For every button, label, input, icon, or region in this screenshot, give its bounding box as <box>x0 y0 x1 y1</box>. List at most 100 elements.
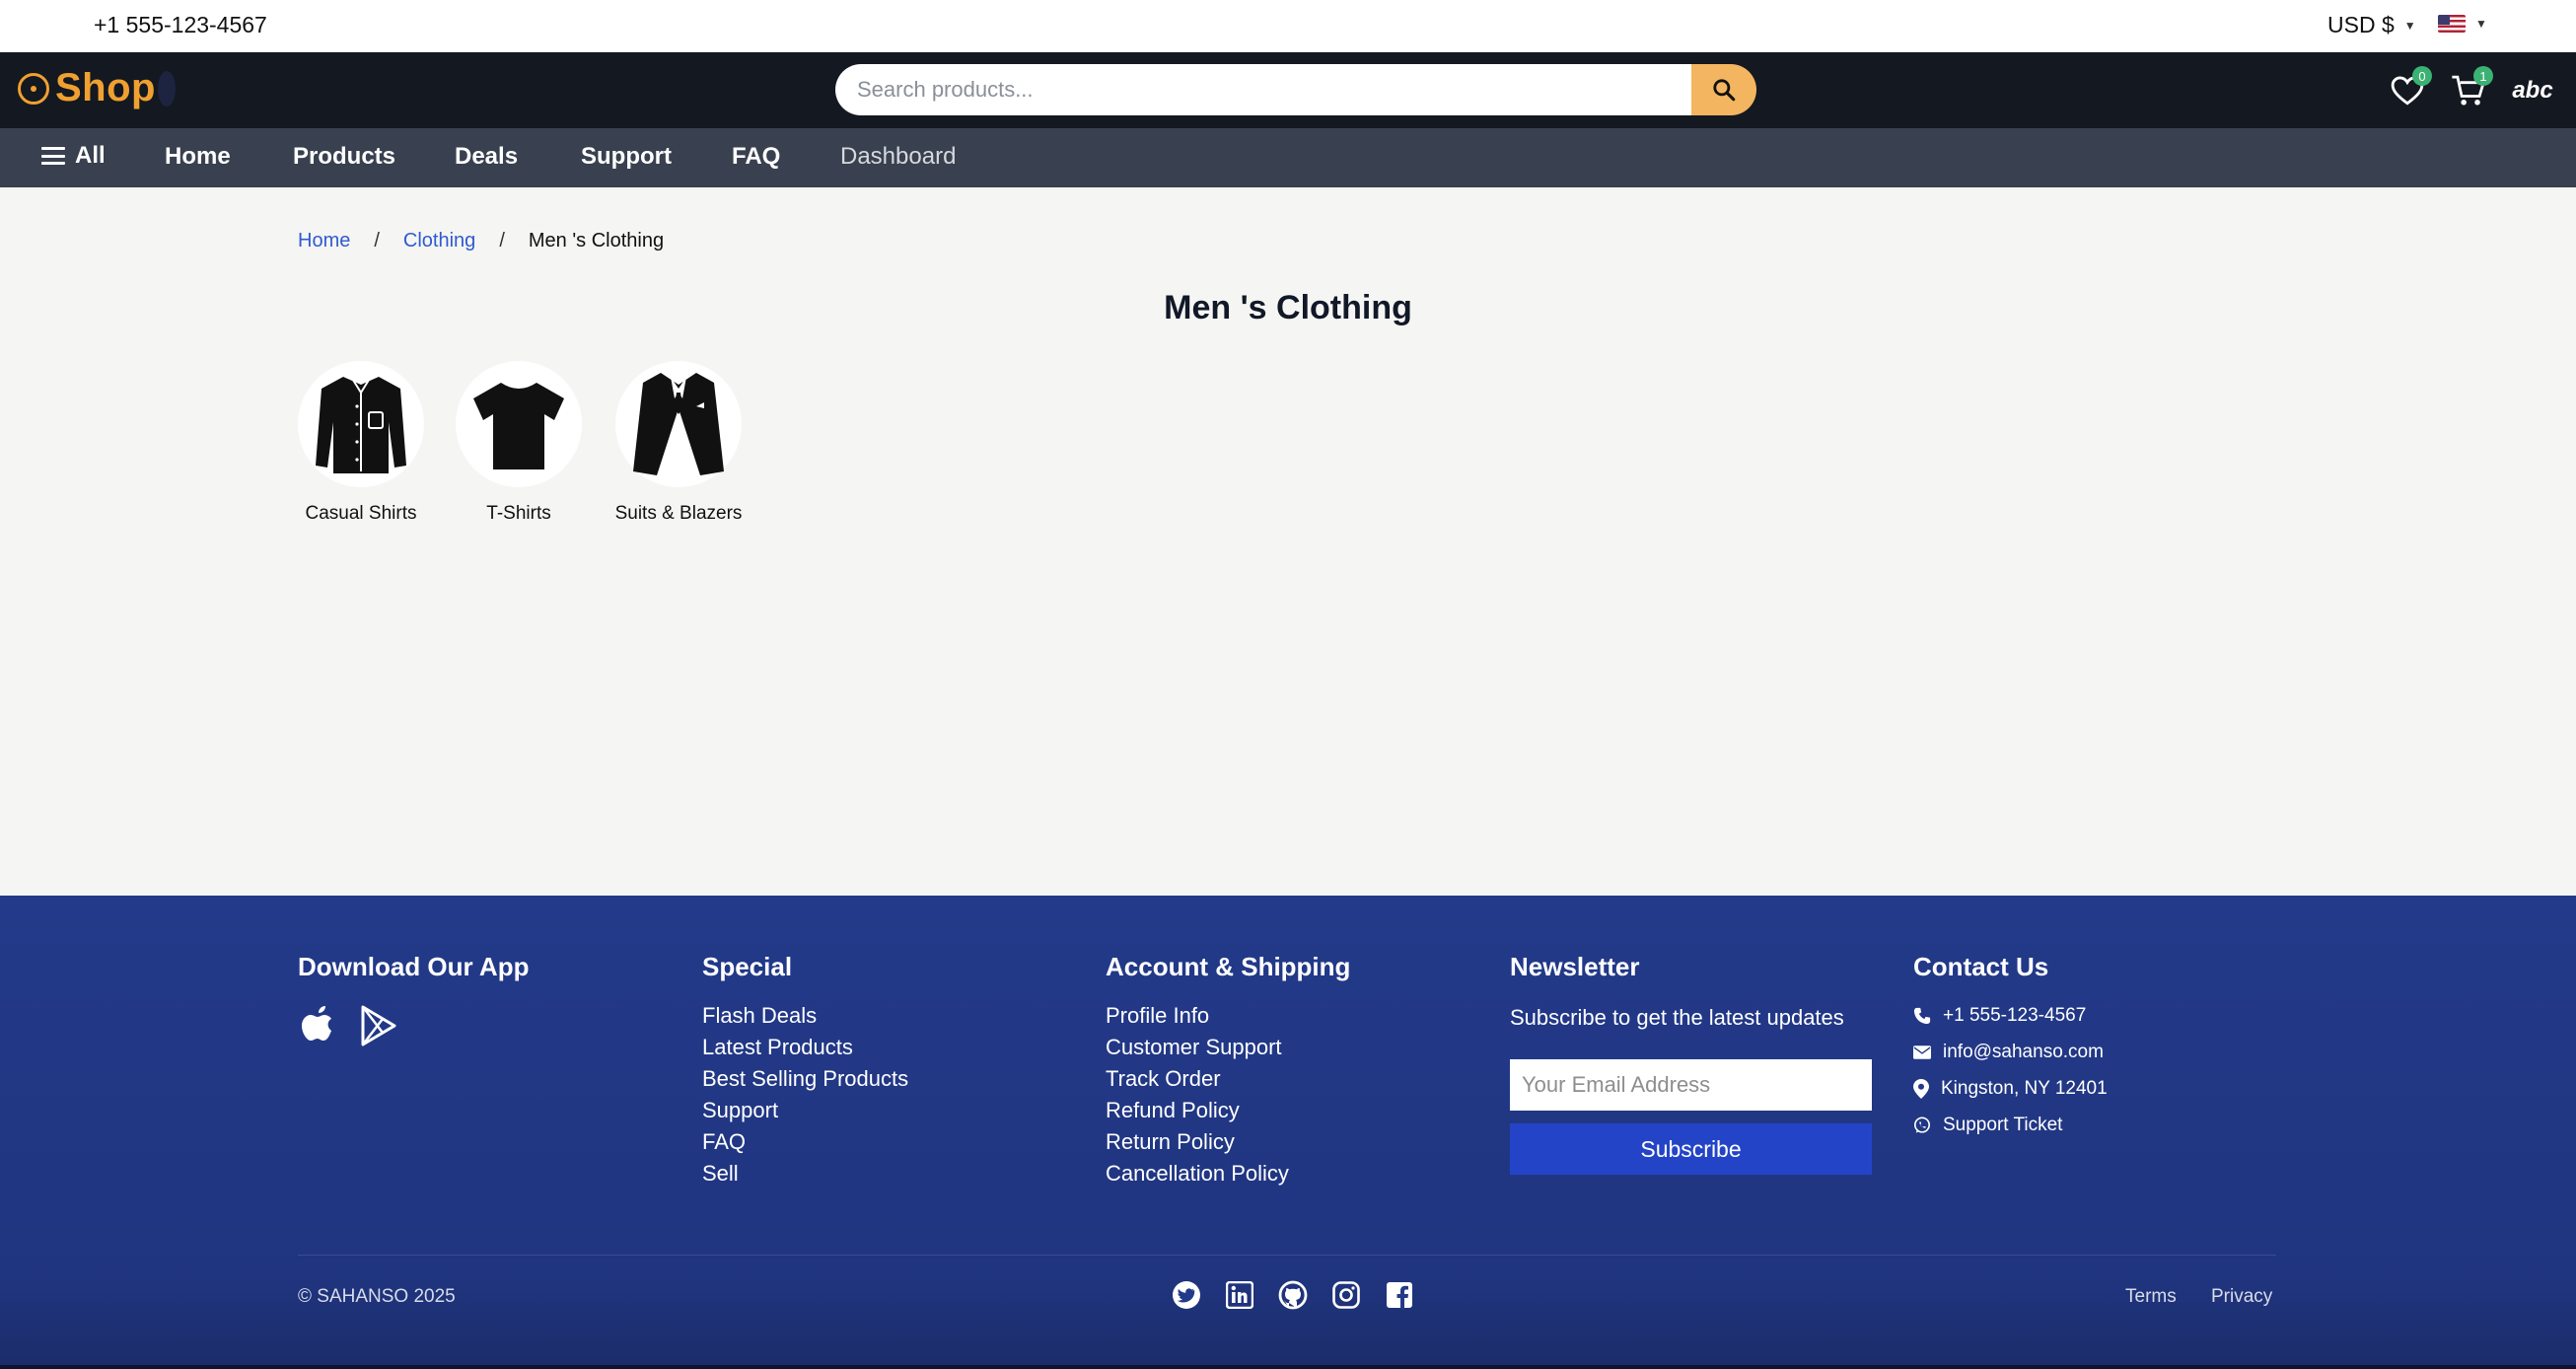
category-label: Suits & Blazers <box>614 503 743 524</box>
apple-store-link[interactable] <box>298 1004 337 1052</box>
breadcrumb-current: Men 's Clothing <box>528 230 665 252</box>
phone-icon <box>1913 1007 1931 1024</box>
footer-link[interactable]: Support <box>702 1099 908 1121</box>
search-button[interactable] <box>1691 64 1756 115</box>
instagram-icon <box>1332 1281 1360 1309</box>
all-label: All <box>75 142 106 169</box>
twitter-link[interactable] <box>1172 1280 1201 1310</box>
category-label: T-Shirts <box>486 503 551 524</box>
category-label: Casual Shirts <box>305 503 417 524</box>
hamburger-menu-icon <box>41 147 65 165</box>
search-icon <box>1713 79 1736 102</box>
privacy-link[interactable]: Privacy <box>2211 1286 2272 1308</box>
nav-item-home[interactable]: Home <box>165 143 231 171</box>
nav-item-deals[interactable]: Deals <box>455 143 518 171</box>
footer-special-title: Special <box>702 952 793 981</box>
newsletter-email-input[interactable] <box>1510 1059 1872 1111</box>
footer-special-links: Flash Deals Latest Products Best Selling… <box>702 1004 908 1185</box>
nav-item-products[interactable]: Products <box>293 143 395 171</box>
category-tshirts[interactable]: T-Shirts <box>445 361 593 525</box>
breadcrumb-clothing-link[interactable]: Clothing <box>403 230 475 252</box>
page-title: Men 's Clothing <box>1164 289 1412 326</box>
facebook-icon <box>1387 1282 1412 1309</box>
nav-item-dashboard[interactable]: Dashboard <box>840 143 956 171</box>
category-casual-shirts[interactable]: Casual Shirts <box>287 361 435 525</box>
chevron-down-icon: ▼ <box>2475 17 2487 31</box>
wishlist-button[interactable]: 0 <box>2387 66 2432 111</box>
suit-blazer-icon <box>633 373 724 475</box>
linkedin-link[interactable] <box>1225 1280 1254 1310</box>
top-utility-bar: +1 555-123-4567 USD $ ▼ ▼ <box>0 0 2576 52</box>
logo[interactable]: Shop <box>18 66 176 110</box>
facebook-link[interactable] <box>1385 1280 1414 1310</box>
footer-account-title: Account & Shipping <box>1106 952 1351 981</box>
main-header: Shop 0 1 abc <box>0 52 2576 128</box>
linkedin-icon <box>1226 1281 1253 1309</box>
location-pin-icon <box>1913 1078 1929 1099</box>
footer-link[interactable]: Best Selling Products <box>702 1067 908 1090</box>
footer-link[interactable]: Refund Policy <box>1106 1099 1289 1121</box>
topbar-phone: +1 555-123-4567 <box>94 12 267 37</box>
all-categories-button[interactable]: All <box>41 142 106 170</box>
footer-link[interactable]: Return Policy <box>1106 1130 1289 1153</box>
account-label: abc <box>2512 77 2553 104</box>
category-image <box>615 361 742 487</box>
casual-shirt-icon <box>316 376 406 473</box>
nav-item-support[interactable]: Support <box>581 143 672 171</box>
contact-list: +1 555-123-4567 info@sahanso.com Kingsto… <box>1913 1004 2108 1136</box>
google-play-link[interactable] <box>359 1004 398 1052</box>
footer-link[interactable]: FAQ <box>702 1130 908 1153</box>
cart-count-badge: 1 <box>2473 66 2493 86</box>
footer-app-title: Download Our App <box>298 952 530 981</box>
wishlist-count-badge: 0 <box>2412 66 2432 86</box>
contact-email-text: info@sahanso.com <box>1943 1041 2104 1062</box>
category-suits-blazers[interactable]: Suits & Blazers <box>605 361 752 525</box>
terms-link[interactable]: Terms <box>2125 1286 2177 1308</box>
category-nav: All Home Products Deals Support FAQ Dash… <box>0 128 2576 187</box>
currency-selector[interactable]: USD $ ▼ <box>2327 12 2416 38</box>
tshirt-icon <box>473 383 564 469</box>
category-image <box>298 361 424 487</box>
google-play-icon <box>361 1005 396 1046</box>
contact-address-text: Kingston, NY 12401 <box>1941 1077 2108 1099</box>
app-store-links <box>298 1004 398 1052</box>
contact-email[interactable]: info@sahanso.com <box>1913 1041 2108 1063</box>
whatsapp-icon <box>1913 1117 1931 1133</box>
github-icon <box>1278 1280 1308 1310</box>
contact-support-ticket[interactable]: Support Ticket <box>1913 1114 2108 1136</box>
footer-link[interactable]: Profile Info <box>1106 1004 1289 1027</box>
footer-contact-title: Contact Us <box>1913 952 2049 981</box>
footer-link[interactable]: Cancellation Policy <box>1106 1162 1289 1185</box>
logo-ring-icon <box>18 72 49 105</box>
breadcrumb-separator: / <box>499 230 505 252</box>
breadcrumb: Home / Clothing / Men 's Clothing <box>298 230 664 252</box>
footer-link[interactable]: Customer Support <box>1106 1036 1289 1058</box>
mail-icon <box>1913 1045 1931 1059</box>
contact-address: Kingston, NY 12401 <box>1913 1077 2108 1100</box>
breadcrumb-separator: / <box>374 230 380 252</box>
search-bar <box>835 64 1756 115</box>
language-selector[interactable]: ▼ <box>2438 15 2487 33</box>
footer-account-links: Profile Info Customer Support Track Orde… <box>1106 1004 1289 1185</box>
cart-button[interactable]: 1 <box>2448 66 2493 111</box>
logo-text: Shop <box>55 66 156 109</box>
search-input[interactable] <box>835 64 1696 115</box>
footer-link[interactable]: Track Order <box>1106 1067 1289 1090</box>
subscribe-button[interactable]: Subscribe <box>1510 1123 1872 1175</box>
breadcrumb-home-link[interactable]: Home <box>298 230 350 252</box>
social-links <box>1172 1280 1414 1310</box>
nav-item-faq[interactable]: FAQ <box>732 143 780 171</box>
us-flag-icon <box>2438 15 2466 33</box>
contact-phone[interactable]: +1 555-123-4567 <box>1913 1004 2108 1027</box>
twitter-icon <box>1173 1281 1200 1309</box>
github-link[interactable] <box>1278 1280 1308 1310</box>
footer-link[interactable]: Latest Products <box>702 1036 908 1058</box>
copyright: © SAHANSO 2025 <box>298 1286 456 1307</box>
footer-link[interactable]: Flash Deals <box>702 1004 908 1027</box>
currency-label: USD $ <box>2327 12 2395 37</box>
account-avatar[interactable]: abc <box>2511 70 2554 111</box>
footer-link[interactable]: Sell <box>702 1162 908 1185</box>
bottom-edge <box>0 1365 2576 1369</box>
newsletter-description: Subscribe to get the latest updates <box>1510 1005 1844 1030</box>
instagram-link[interactable] <box>1331 1280 1361 1310</box>
